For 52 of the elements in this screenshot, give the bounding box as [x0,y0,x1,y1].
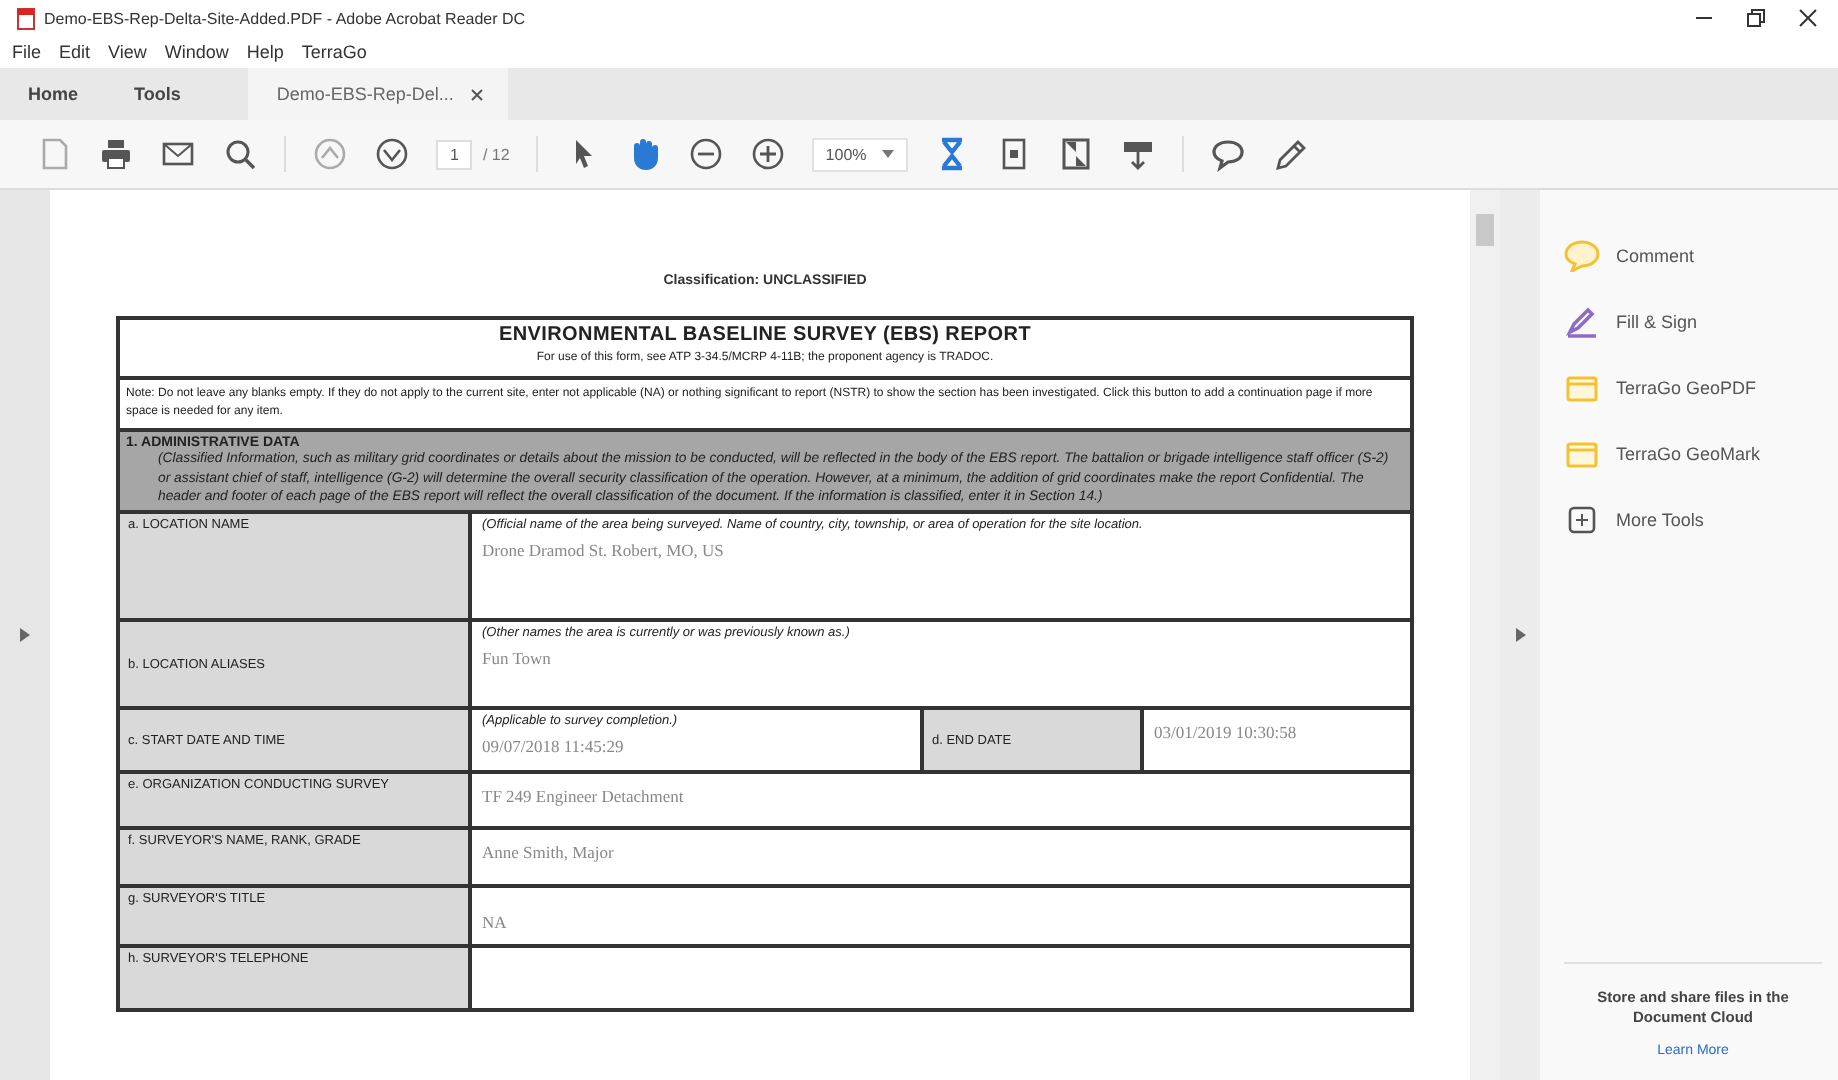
form-title: ENVIRONMENTAL BASELINE SURVEY (EBS) REPORT [496,324,1034,346]
field-value: Drone Dramod St. Robert, MO, US [482,540,726,561]
field-value: Fun Town [482,648,553,669]
field-value: 09/07/2018 11:45:29 [482,736,626,757]
zoom-in-icon[interactable] [749,136,786,172]
close-icon[interactable] [1798,8,1818,28]
plus-icon [1564,503,1600,535]
zoom-dropdown[interactable]: 100% [811,137,909,171]
speech-bubble-icon[interactable] [1210,136,1247,172]
tool-item[interactable]: TerraGo GeoPDF [1564,354,1822,420]
field-value: 03/01/2019 10:30:58 [1154,722,1299,743]
tab[interactable]: Home [0,68,107,120]
folder-icon [1564,437,1600,469]
menu-item[interactable]: View [108,42,147,62]
next-page-icon[interactable] [374,136,410,172]
field-value: NA [482,912,509,933]
tool-item[interactable]: Comment [1564,222,1822,288]
restore-icon[interactable] [1746,8,1766,28]
form-field[interactable]: TF 249 Engineer Detachment [472,774,1410,827]
close-icon[interactable] [469,87,484,101]
search-icon[interactable] [222,136,258,172]
form-field[interactable]: Anne Smith, Major [472,830,1410,885]
window-title: Demo-EBS-Rep-Delta-Site-Added.PDF - Adobe Acrobat Reader DC [44,9,526,27]
field-value: Anne Smith, Major [482,842,616,863]
caret-icon [882,150,895,158]
expand-right-icon[interactable] [1515,628,1525,642]
menu-item[interactable]: Window [164,42,229,62]
tool-item[interactable]: TerraGo GeoMark [1564,420,1822,486]
scrollbar[interactable] [1470,190,1500,1080]
scroll-mode-icon[interactable] [1120,136,1157,172]
field-value: TF 249 Engineer Detachment [482,786,686,807]
tool-item[interactable]: Fill & Sign [1564,288,1822,354]
pen-icon[interactable] [1272,136,1309,172]
form-field[interactable]: NA [472,888,1410,945]
menu-item[interactable]: Edit [59,42,91,62]
page-total: / 12 [482,145,510,163]
zoom-out-icon[interactable] [687,136,724,172]
menu-item[interactable]: Help [246,42,284,62]
tab[interactable]: Demo-EBS-Rep-Del... [248,68,508,120]
speech-bubble-icon [1564,239,1600,271]
tab[interactable]: Tools [106,68,209,120]
menu-item[interactable]: File [12,42,42,62]
tool-item[interactable]: More Tools [1564,486,1822,552]
expand-left-icon[interactable] [20,628,30,642]
print-icon[interactable] [98,136,134,172]
folder-icon [1564,371,1600,403]
form-field[interactable]: 03/01/2019 10:30:58 [1144,710,1410,771]
menu-item[interactable]: TerraGo [301,42,367,62]
fullscreen-icon[interactable] [1058,136,1095,172]
pen-icon [1564,305,1600,337]
page-number-field[interactable]: 1 [436,139,473,169]
pdf-file-icon [16,7,36,29]
